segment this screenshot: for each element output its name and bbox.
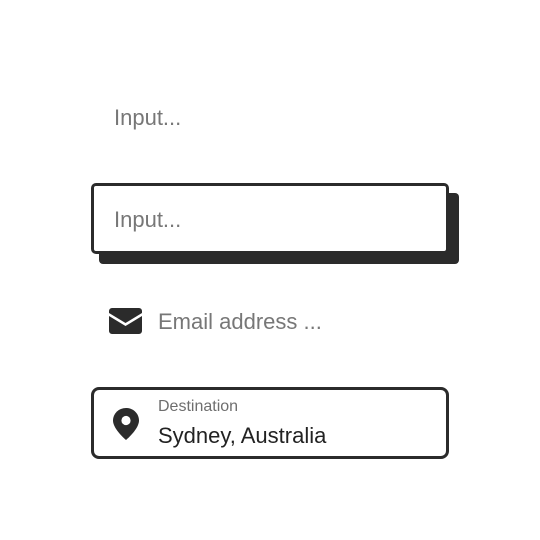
destination-value: Sydney, Australia	[158, 423, 327, 448]
bordered-input[interactable]: Input...	[91, 183, 449, 254]
plain-input-placeholder: Input...	[114, 105, 182, 130]
location-pin-icon	[113, 408, 139, 440]
destination-input[interactable]: Destination Sydney, Australia	[91, 387, 449, 459]
destination-label: Destination	[158, 398, 239, 415]
plain-input[interactable]: Input...	[91, 96, 449, 142]
email-input-placeholder: Email address ...	[158, 309, 322, 334]
bordered-input-placeholder: Input...	[114, 207, 182, 232]
email-input[interactable]: Email address ...	[91, 300, 449, 346]
envelope-icon	[109, 308, 142, 334]
